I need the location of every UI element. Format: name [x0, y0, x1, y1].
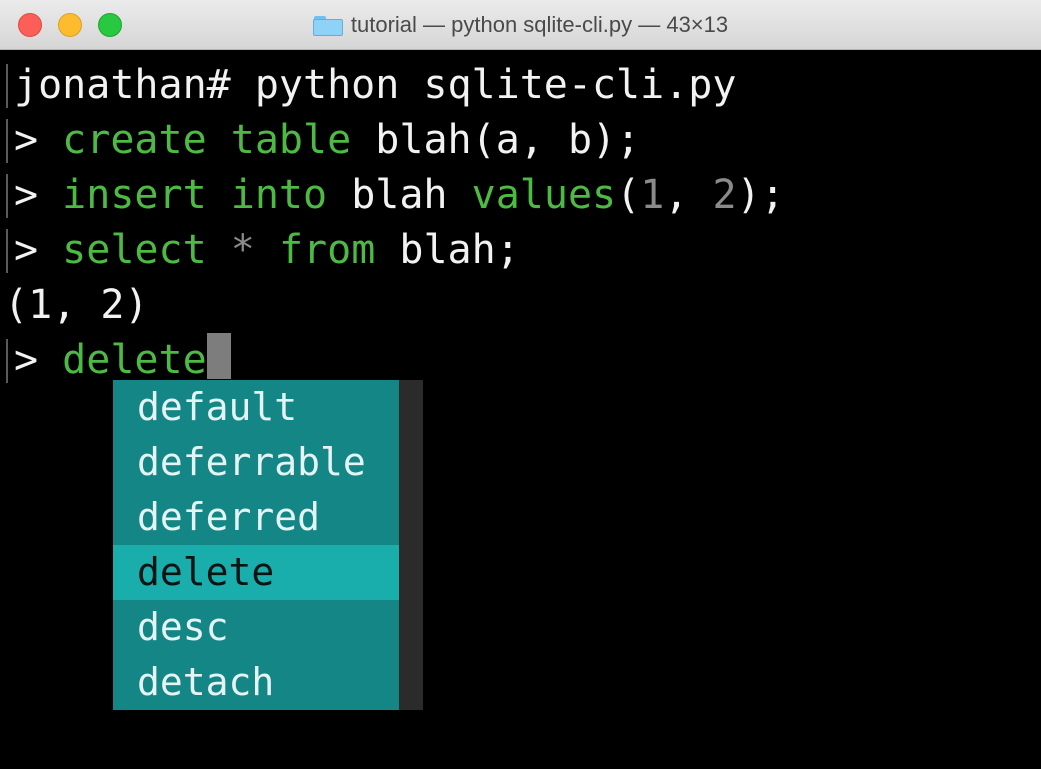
keyword: into [230, 172, 328, 218]
line-mark [6, 229, 8, 273]
input-text[interactable]: delete [62, 337, 207, 383]
window-title-text: tutorial — python sqlite-cli.py — 43×13 [350, 12, 729, 37]
terminal-line-create: > create table blah(a, b); [14, 113, 640, 168]
keyword: table [230, 117, 352, 163]
terminal-window: tutorial — python sqlite-cli.py — 43×13 … [0, 0, 1041, 769]
autocomplete-item[interactable]: detach [113, 655, 399, 710]
sql-text: blah(a, b); [375, 117, 641, 163]
operator: * [230, 227, 255, 273]
title-bar[interactable]: tutorial — python sqlite-cli.py — 43×13 [0, 0, 1041, 50]
autocomplete-item[interactable]: deferrable [113, 435, 399, 490]
terminal-line-select: > select * from blah; [14, 223, 520, 278]
sql-text: ); [736, 172, 785, 218]
keyword: from [278, 227, 376, 273]
sql-text: , [664, 172, 713, 218]
number-literal: 1 [640, 172, 665, 218]
query-result: (1, 2) [4, 282, 149, 328]
line-mark [6, 119, 8, 163]
keyword: values [471, 172, 617, 218]
prompt: > [14, 172, 63, 218]
keyword: create [62, 117, 207, 163]
terminal-line-insert: > insert into blah values(1, 2); [14, 168, 785, 223]
terminal-line-output: (1, 2) [4, 278, 149, 333]
sql-text: blah; [399, 227, 520, 273]
text-cursor [206, 333, 231, 379]
autocomplete-scrollbar[interactable] [399, 380, 423, 710]
terminal-content[interactable]: jonathan# python sqlite-cli.py > create … [0, 50, 1041, 769]
autocomplete-item[interactable]: deferred [113, 490, 399, 545]
autocomplete-menu[interactable]: default deferrable deferred delete desc detac… [113, 380, 423, 710]
line-mark [6, 174, 8, 218]
line-mark [6, 64, 8, 108]
command-text: jonathan# python sqlite-cli.py [14, 62, 737, 108]
keyword: insert [62, 172, 207, 218]
folder-icon [312, 16, 343, 36]
window-title: tutorial — python sqlite-cli.py — 43×13 [0, 0, 1041, 50]
prompt: > [14, 227, 63, 273]
autocomplete-item[interactable]: delete [113, 545, 399, 600]
terminal-line-command: jonathan# python sqlite-cli.py [14, 58, 736, 113]
prompt: > [14, 337, 63, 383]
autocomplete-list[interactable]: default deferrable deferred delete desc detac… [113, 380, 399, 710]
prompt: > [14, 117, 63, 163]
autocomplete-item[interactable]: desc [113, 600, 399, 655]
keyword: select [62, 227, 207, 273]
line-mark [6, 339, 8, 383]
autocomplete-item[interactable]: default [113, 380, 399, 435]
number-literal: 2 [712, 172, 737, 218]
sql-text: ( [616, 172, 641, 218]
sql-text: blah [351, 172, 448, 218]
